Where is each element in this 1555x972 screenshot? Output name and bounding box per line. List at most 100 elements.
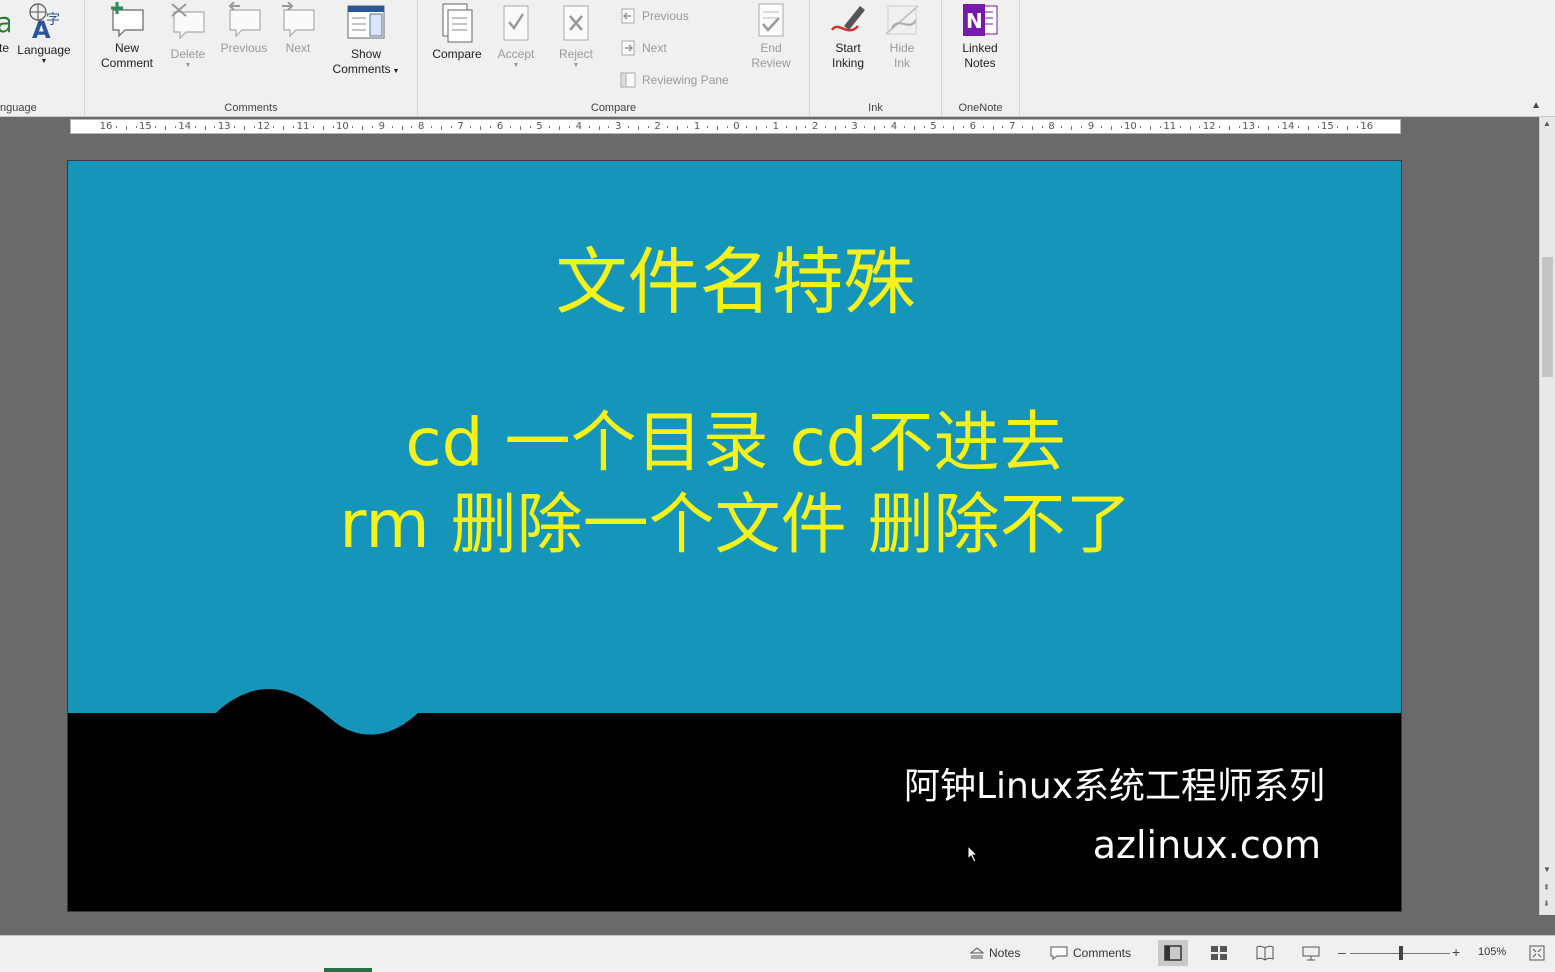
ruler-minor-tick xyxy=(667,126,669,128)
slide-show-button[interactable] xyxy=(1296,940,1326,966)
zoom-out-icon[interactable]: – xyxy=(1338,944,1346,960)
ruler-minor-tick xyxy=(332,126,334,128)
slide-sorter-view-button[interactable] xyxy=(1204,940,1234,966)
ruler-minor-tick xyxy=(825,126,827,128)
next-slide-icon[interactable]: ⇟ xyxy=(1543,899,1550,908)
previous-comment-button[interactable]: Previous xyxy=(219,2,269,56)
chevron-down-icon: ▼ xyxy=(390,68,400,75)
ruler-minor-tick xyxy=(312,126,314,128)
translate-icon: a xyxy=(0,6,10,38)
normal-view-icon xyxy=(1164,945,1182,961)
language-group-label: nguage xyxy=(0,102,37,114)
onenote-group: N Linked Notes OneNote xyxy=(942,0,1020,117)
previous-slide-icon[interactable]: ⇞ xyxy=(1543,883,1550,892)
comments-pane-button[interactable]: Comments xyxy=(1050,946,1131,960)
reviewing-pane-button[interactable]: Reviewing Pane xyxy=(620,72,729,88)
ruler-tick-label: 9 xyxy=(1087,121,1095,132)
next-change-button[interactable]: Next xyxy=(620,40,667,56)
start-inking-button[interactable]: Start Inking xyxy=(822,2,874,71)
slide-sorter-icon xyxy=(1211,946,1227,960)
zoom-level[interactable]: 105% xyxy=(1478,946,1506,958)
ruler-minor-tick xyxy=(1140,126,1142,128)
ruler-tick-label: 12 xyxy=(257,121,270,132)
previous-change-button[interactable]: Previous xyxy=(620,8,689,24)
ruler-minor-tick xyxy=(1041,126,1043,128)
zoom-in-icon[interactable]: + xyxy=(1452,944,1460,960)
ruler-minor-tick xyxy=(628,126,630,128)
slide-show-icon xyxy=(1302,946,1320,961)
ruler-minor-tick xyxy=(687,126,689,128)
chevron-down-icon: ▼ xyxy=(40,58,48,65)
accept-button[interactable]: Accept ▼ xyxy=(492,2,540,70)
language-button[interactable]: A 字 Language ▼ xyxy=(14,2,74,66)
linked-notes-label-1: Linked xyxy=(962,41,998,55)
start-inking-label-2: Inking xyxy=(831,56,865,70)
ruler-tick-label: 10 xyxy=(336,121,349,132)
previous-comment-label: Previous xyxy=(220,41,268,55)
reject-button[interactable]: Reject ▼ xyxy=(552,2,600,70)
next-change-label: Next xyxy=(642,41,667,55)
compare-group-label: Compare xyxy=(590,102,637,114)
svg-text:字: 字 xyxy=(46,12,60,28)
linked-notes-button[interactable]: N Linked Notes xyxy=(954,2,1006,71)
ruler-tick-label: 14 xyxy=(178,121,192,132)
next-comment-button[interactable]: Next xyxy=(275,2,321,56)
ruler-tick-label: 16 xyxy=(99,121,113,132)
ruler-minor-tick xyxy=(1307,126,1309,130)
ink-group-label: Ink xyxy=(868,102,883,114)
end-review-label-2: Review xyxy=(751,56,791,70)
show-comments-button[interactable]: Show Comments ▼ xyxy=(329,2,403,79)
ruler-minor-tick xyxy=(135,126,137,128)
compare-button[interactable]: Compare xyxy=(430,2,484,62)
translate-button[interactable]: a te xyxy=(0,2,12,56)
ruler-minor-tick xyxy=(411,126,413,128)
hide-ink-label-2: Ink xyxy=(893,56,910,70)
new-comment-button[interactable]: New Comment xyxy=(95,2,159,71)
horizontal-ruler[interactable]: 16 15 14 13 12 11 10 9 8 7 6 5 4 3 2 1 0 1 2 3 4 5 6 7 8 9 10 11 12 1… xyxy=(70,119,1401,134)
normal-view-button[interactable] xyxy=(1158,940,1188,966)
notes-label: Notes xyxy=(989,946,1021,960)
vertical-scrollbar[interactable]: ▲ ▼ ⇞ ⇟ xyxy=(1539,117,1555,915)
ruler-minor-tick xyxy=(559,126,561,130)
delete-comment-button[interactable]: Delete ▼ xyxy=(163,2,213,70)
ruler-minor-tick xyxy=(371,126,373,128)
scroll-down-icon[interactable]: ▼ xyxy=(1543,865,1551,874)
ruler-minor-tick xyxy=(440,126,442,130)
linked-notes-label-2: Notes xyxy=(964,56,996,70)
notes-button[interactable]: Notes xyxy=(970,946,1020,960)
fit-to-window-button[interactable] xyxy=(1522,940,1552,966)
ruler-tick-label: 4 xyxy=(890,121,898,132)
ruler-tick-label: 9 xyxy=(378,121,385,132)
slide-canvas[interactable]: 文件名特殊 cd 一个目录 cd不进去 rm 删除一个文件 删除不了 阿钟Lin… xyxy=(67,160,1402,912)
ruler-minor-tick xyxy=(1317,126,1319,128)
ruler-minor-tick xyxy=(785,126,787,128)
ruler-minor-tick xyxy=(125,126,127,130)
ink-group: Start Inking Hide Ink Ink xyxy=(810,0,942,117)
new-comment-label-1: New xyxy=(114,41,139,55)
new-comment-icon xyxy=(111,2,144,38)
ruler-minor-tick xyxy=(509,126,511,128)
hide-ink-button[interactable]: Hide Ink xyxy=(878,2,926,71)
ruler-minor-tick xyxy=(293,126,295,128)
reading-view-icon xyxy=(1256,945,1274,961)
ruler-minor-tick xyxy=(726,126,728,128)
ruler-tick-label: 0 xyxy=(733,121,740,132)
ruler-minor-tick xyxy=(243,126,245,130)
new-comment-label-2: Comment xyxy=(100,56,153,70)
ruler-minor-tick xyxy=(598,126,600,130)
accept-icon xyxy=(503,5,529,41)
scrollbar-thumb[interactable] xyxy=(1542,257,1553,377)
ruler-tick-label: 4 xyxy=(575,121,582,132)
collapse-ribbon-icon[interactable]: ▲ xyxy=(1531,100,1541,111)
ruler-minor-tick xyxy=(273,126,275,128)
ruler-minor-tick xyxy=(864,126,866,128)
ruler-minor-tick xyxy=(1238,126,1240,128)
ruler-minor-tick xyxy=(549,126,551,128)
scroll-up-icon[interactable]: ▲ xyxy=(1543,119,1551,128)
zoom-slider-thumb[interactable] xyxy=(1399,946,1404,960)
ruler-minor-tick xyxy=(756,126,758,130)
reading-view-button[interactable] xyxy=(1250,940,1280,966)
end-review-button[interactable]: End Review xyxy=(744,2,798,71)
accept-label: Accept xyxy=(497,47,535,61)
end-review-label-1: End xyxy=(760,41,782,55)
